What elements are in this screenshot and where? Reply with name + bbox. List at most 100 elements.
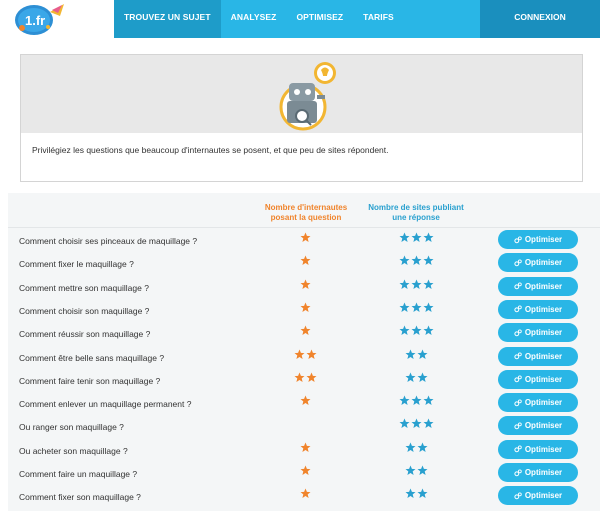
star-icon [294,349,304,359]
table-row: Comment fixer son maquillage ? Optimiser [8,484,600,507]
star-icon [306,372,316,382]
optimiser-button[interactable]: Optimiser [498,463,578,482]
star-icon [300,442,310,452]
question-text: Comment fixer le maquillage ? [19,259,134,270]
info-box: Privilégiez les questions que beaucoup d… [20,54,583,182]
main-nav: TROUVEZ UN SUJET ANALYSEZ OPTIMISEZ TARI… [114,0,480,38]
nav-tarifs[interactable]: TARIFS [353,0,404,38]
internautes-rating [265,442,345,456]
internautes-rating [265,418,345,432]
star-icon [417,372,427,382]
internautes-rating [265,279,345,293]
logo[interactable]: 1.fr [0,0,114,38]
star-icon [294,372,304,382]
question-text: Comment choisir ses pinceaux de maquilla… [19,236,198,246]
star-icon [411,255,421,266]
star-icon [405,349,415,359]
header-internautes: Nombre d'internautes posant la question [264,203,348,222]
table-row: Comment être belle sans maquillage ? Opti… [8,345,600,368]
optimiser-label: Optimiser [524,444,563,454]
star-icon [300,279,310,289]
optimiser-label: Optimiser [524,421,563,431]
star-icon [399,302,409,312]
gears-icon [514,399,522,406]
star-icon [417,442,427,452]
sites-rating [376,418,456,432]
sites-rating [376,279,456,293]
sites-rating [376,232,456,246]
star-icon [405,488,415,499]
sites-rating [376,395,456,409]
nav-trouvez-un-sujet[interactable]: TROUVEZ UN SUJET [114,0,221,38]
table-row: Comment choisir son maquillage ? Optimise… [8,298,600,321]
optimiser-button[interactable]: Optimiser [498,346,578,366]
gears-icon [514,329,522,336]
optimiser-label: Optimiser [524,398,563,408]
table-row: Comment enlever un maquillage permanent … [8,391,600,414]
star-icon [405,465,415,475]
sites-rating [376,372,456,386]
top-bar: 1.fr TROUVEZ UN SUJET ANALYSEZ OPTIMISEZ… [0,0,600,38]
nav-analysez[interactable]: ANALYSEZ [221,0,287,38]
optimiser-button[interactable]: Optimiser [498,230,578,249]
logo-text: 1.fr [25,13,45,28]
question-text: Comment mettre son maquillage ? [19,282,149,293]
star-icon [300,395,310,406]
star-icon [300,465,310,475]
star-icon [423,279,433,289]
star-icon [411,325,421,336]
gears-icon [514,375,522,383]
table-row: Comment faire tenir son maquillage ? Opti… [8,368,600,391]
optimiser-button[interactable]: Optimiser [498,439,578,459]
question-text: Comment enlever un maquillage permanent … [19,399,192,410]
optimiser-button[interactable]: Optimiser [498,393,578,413]
star-icon [399,255,409,266]
star-icon [399,232,409,242]
star-icon [423,325,433,336]
gears-icon [514,469,522,476]
sites-rating [376,302,456,316]
internautes-rating [265,255,345,269]
star-icon [411,279,421,289]
gears-icon [514,305,522,313]
star-icon [411,418,421,429]
sites-rating [376,255,456,269]
optimiser-button[interactable]: Optimiser [498,253,578,273]
optimiser-button[interactable]: Optimiser [498,416,578,436]
optimiser-label: Optimiser [524,491,563,501]
robot-idea-icon [279,62,336,131]
sites-rating [376,465,456,479]
optimiser-button[interactable]: Optimiser [498,323,578,343]
star-icon [300,325,310,336]
optimiser-button[interactable]: Optimiser [498,299,578,319]
star-icon [405,442,415,452]
star-icon [399,325,409,336]
optimiser-button[interactable]: Optimiser [498,276,578,296]
star-icon [300,488,310,499]
internautes-rating [265,349,345,363]
optimiser-button[interactable]: Optimiser [498,486,578,506]
star-icon [423,395,433,406]
sites-rating [376,488,456,502]
star-icon [423,232,433,242]
info-illustration-area [21,55,582,133]
nav-optimisez[interactable]: OPTIMISEZ [286,0,353,38]
header-sites: Nombre de sites publiant une réponse [368,203,464,222]
login-button[interactable]: CONNEXION [480,0,600,38]
optimiser-label: Optimiser [524,235,563,244]
info-text: Privilégiez les questions que beaucoup d… [32,145,389,155]
star-icon [423,255,433,266]
internautes-rating [265,488,345,502]
internautes-rating [265,232,345,246]
star-icon [399,395,409,406]
star-icon [306,349,316,359]
gears-icon [514,492,522,500]
question-text: Comment faire tenir son maquillage ? [19,375,161,386]
optimiser-label: Optimiser [524,374,563,384]
question-text: Ou acheter son maquillage ? [19,445,128,456]
star-icon [300,255,310,266]
optimiser-button[interactable]: Optimiser [498,369,578,389]
optimiser-label: Optimiser [524,304,563,314]
table-row: Comment choisir ses pinceaux de maquilla… [8,228,600,251]
star-icon [417,349,427,359]
